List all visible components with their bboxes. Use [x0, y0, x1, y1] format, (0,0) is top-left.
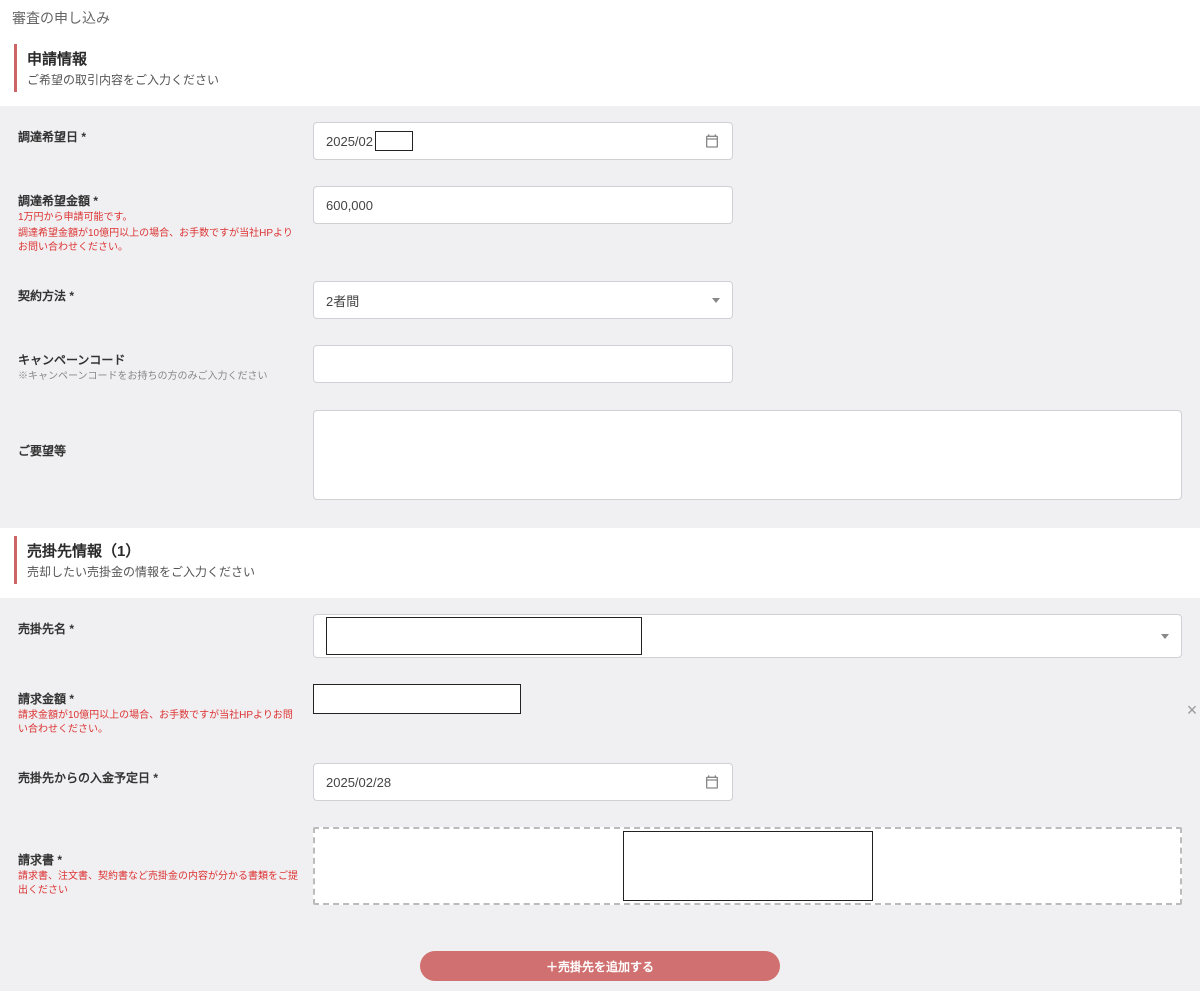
chevron-down-icon — [1161, 634, 1169, 639]
campaign-code-hint: ※キャンペーンコードをお持ちの方のみご入力ください — [18, 370, 301, 384]
invoice-hint: 請求書、注文書、契約書など売掛金の内容が分かる書類をご提出ください — [18, 870, 301, 898]
requests-textarea[interactable] — [313, 410, 1182, 500]
client-name-inner-box[interactable] — [326, 617, 642, 655]
desired-amount-hint2: 調達希望金額が10億円以上の場合、お手数ですが当社HPよりお問い合わせください。 — [18, 227, 301, 255]
desired-amount-input[interactable]: 600,000 — [313, 186, 733, 224]
contract-method-label-col: 契約方法 * — [18, 281, 313, 304]
desired-date-row: 調達希望日 * 2025/02 — [18, 122, 1182, 160]
client-name-row: 売掛先名 * — [18, 614, 1182, 658]
client-name-select[interactable] — [313, 614, 1182, 658]
contract-method-label: 契約方法 * — [18, 287, 301, 304]
desired-amount-label: 調達希望金額 * — [18, 192, 301, 209]
section2-subtitle: 売却したい売掛金の情報をご入力ください — [27, 563, 1176, 580]
billing-amount-label-col: 請求金額 * 請求金額が10億円以上の場合、お手数ですが当社HPよりお問い合わせ… — [18, 684, 313, 737]
page-title: 審査の申し込み — [0, 0, 1200, 36]
campaign-code-input[interactable] — [313, 345, 733, 383]
section1-title: 申請情報 — [27, 48, 1176, 69]
requests-label: ご要望等 — [18, 442, 301, 459]
section2-form: × 売掛先名 * 請求金額 * 請求金額が10億円以上の場合、お手数ですが当社H… — [0, 598, 1200, 933]
invoice-label-col: 請求書 * 請求書、注文書、契約書など売掛金の内容が分かる書類をご提出ください — [18, 827, 313, 898]
payment-date-value: 2025/02/28 — [326, 775, 391, 790]
calendar-icon — [704, 774, 720, 790]
campaign-code-label-col: キャンペーンコード ※キャンペーンコードをお持ちの方のみご入力ください — [18, 345, 313, 384]
contract-method-select[interactable]: 2者間 — [313, 281, 733, 319]
desired-date-input[interactable]: 2025/02 — [313, 122, 733, 160]
billing-amount-row: 請求金額 * 請求金額が10億円以上の場合、お手数ですが当社HPよりお問い合わせ… — [18, 684, 1182, 737]
contract-method-row: 契約方法 * 2者間 — [18, 281, 1182, 319]
invoice-dropzone[interactable] — [313, 827, 1182, 905]
payment-date-row: 売掛先からの入金予定日 * 2025/02/28 — [18, 763, 1182, 801]
section1-subtitle: ご希望の取引内容をご入力ください — [27, 71, 1176, 88]
requests-row: ご要望等 — [18, 410, 1182, 500]
invoice-dropzone-inner[interactable] — [623, 831, 873, 901]
close-icon[interactable]: × — [1184, 702, 1200, 718]
section2-title: 売掛先情報（1） — [27, 540, 1176, 561]
client-name-label: 売掛先名 * — [18, 620, 301, 637]
billing-amount-hint: 請求金額が10億円以上の場合、お手数ですが当社HPよりお問い合わせください。 — [18, 709, 301, 737]
campaign-code-label: キャンペーンコード — [18, 351, 301, 368]
payment-date-label-col: 売掛先からの入金予定日 * — [18, 763, 313, 786]
contract-method-value: 2者間 — [326, 291, 359, 310]
desired-amount-hint1: 1万円から申請可能です。 — [18, 211, 301, 225]
desired-amount-value: 600,000 — [326, 198, 373, 213]
client-name-label-col: 売掛先名 * — [18, 614, 313, 637]
add-seller-button[interactable]: ＋売掛先を追加する — [420, 951, 780, 981]
desired-date-day-box[interactable] — [375, 131, 413, 151]
chevron-down-icon — [712, 298, 720, 303]
desired-date-label: 調達希望日 * — [18, 128, 301, 145]
payment-date-label: 売掛先からの入金予定日 * — [18, 769, 301, 786]
invoice-row: 請求書 * 請求書、注文書、契約書など売掛金の内容が分かる書類をご提出ください — [18, 827, 1182, 905]
billing-amount-label: 請求金額 * — [18, 690, 301, 707]
section2-header: 売掛先情報（1） 売却したい売掛金の情報をご入力ください — [14, 536, 1186, 584]
calendar-icon — [704, 133, 720, 149]
add-button-row: ＋売掛先を追加する — [0, 933, 1200, 991]
desired-date-label-col: 調達希望日 * — [18, 122, 313, 145]
billing-amount-input[interactable] — [313, 684, 521, 714]
desired-amount-label-col: 調達希望金額 * 1万円から申請可能です。 調達希望金額が10億円以上の場合、お… — [18, 186, 313, 255]
invoice-label: 請求書 * — [18, 851, 301, 868]
desired-amount-row: 調達希望金額 * 1万円から申請可能です。 調達希望金額が10億円以上の場合、お… — [18, 186, 1182, 255]
desired-date-value-prefix: 2025/02 — [326, 134, 373, 149]
section1-form: 調達希望日 * 2025/02 調達希望金額 * 1万円から申請可能です。 調達… — [0, 106, 1200, 528]
requests-label-col: ご要望等 — [18, 410, 313, 459]
payment-date-input[interactable]: 2025/02/28 — [313, 763, 733, 801]
section1-header: 申請情報 ご希望の取引内容をご入力ください — [14, 44, 1186, 92]
campaign-code-row: キャンペーンコード ※キャンペーンコードをお持ちの方のみご入力ください — [18, 345, 1182, 384]
